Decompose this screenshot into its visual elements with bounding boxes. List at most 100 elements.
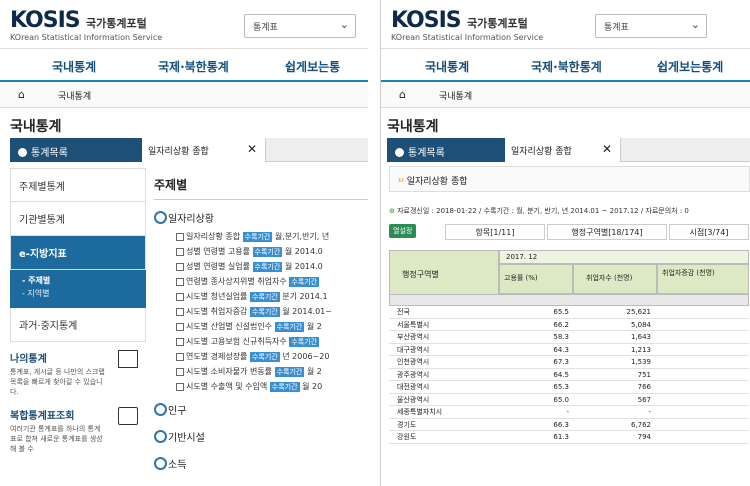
submenu-topic[interactable]: - 주제별 <box>22 274 134 287</box>
header-employment-rate[interactable]: 고용률 (%) <box>499 264 573 294</box>
chevron-down-icon: ⌄ <box>690 18 700 31</box>
sidebar-item-topic[interactable]: 주제별통계 <box>10 168 146 202</box>
tab-stat-list[interactable]: 통계목록 <box>10 138 142 162</box>
item-period: 분기 2014.1 <box>279 292 328 301</box>
sidebar-item-local[interactable]: e-지방지표 <box>10 236 146 270</box>
filter-region[interactable]: 행정구역별[18/174] <box>547 224 667 240</box>
sort-row[interactable] <box>389 294 749 306</box>
item-period: 월 2 <box>304 367 322 376</box>
table-panel: ¹⁾ 일자리상황 종합 ⊙ 자료갱신일 : 2018-01-22 / 수록기간 … <box>389 166 750 444</box>
tab-bar: 통계목록 일자리상황 종합 ✕ <box>10 138 368 162</box>
nav-easy[interactable]: 쉽게보는통계 <box>657 58 723 75</box>
header: KOSIS 국가통계포털 KOrean Statistical Informat… <box>381 0 750 48</box>
jobs-list-item[interactable]: 시도별 고용보험 신규취득자수 수록기간 <box>154 334 368 349</box>
close-icon[interactable]: ✕ <box>602 142 612 156</box>
tab-stat-list[interactable]: 통계목록 <box>387 138 505 162</box>
column-setting-button[interactable]: 열설정 <box>389 224 417 238</box>
row-value: 766 <box>637 383 651 391</box>
main-nav: 국내통계 국제·북한통계 쉽게보는통 <box>0 48 368 82</box>
category-infra[interactable]: 기반시설 <box>154 429 368 444</box>
table-row: 경기도 66.3 6,762 <box>389 419 749 431</box>
list-icon <box>118 350 138 368</box>
table-row: 인천광역시 67.3 1,539 <box>389 356 749 369</box>
header-employed[interactable]: 취업자수 (천명) <box>573 264 657 294</box>
compound-query-box[interactable]: 복합통계표조회 여러기관 통계표를 하나의 통계표로 합쳐 새로운 통계표를 생… <box>10 407 146 454</box>
breadcrumb: ⌂ 국내통계 <box>0 82 368 108</box>
header-region-label: 행정구역별 <box>402 270 439 279</box>
row-value: 6,762 <box>630 420 651 429</box>
nav-domestic[interactable]: 국내통계 <box>425 58 469 75</box>
row-value: 1,643 <box>630 333 651 341</box>
sidebar: 주제별통계 기관별통계 e-지방지표 - 주제별 - 지역별 과거·중지통계 나… <box>10 168 146 454</box>
nav-international[interactable]: 국제·북한통계 <box>531 58 602 75</box>
table-row: 서울특별시 66.2 5,084 <box>389 319 749 331</box>
table-row: 세종특별자치시 - - <box>389 406 749 419</box>
home-icon[interactable]: ⌂ <box>18 88 25 101</box>
tab-job-summary[interactable]: 일자리상황 종합 ✕ <box>505 138 621 162</box>
period-tag: 수록기간 <box>274 367 305 377</box>
row-region: 울산광역시 <box>397 395 430 404</box>
jobs-list-item[interactable]: 성별 연령별 실업률 수록기간 월 2014.0 <box>154 259 368 274</box>
search-type-select[interactable]: 통계표 ⌄ <box>595 14 707 38</box>
jobs-list-item[interactable]: 시도별 취업자증감 수록기간 월 2014.01~ <box>154 304 368 319</box>
submenu-region[interactable]: - 지역별 <box>22 287 134 300</box>
category-population[interactable]: 인구 <box>154 402 368 417</box>
jobs-list-item[interactable]: 연도별 경제성장률 수록기간 년 2006~20 <box>154 349 368 364</box>
header-change[interactable]: 취업자증감 (천명) <box>657 264 749 294</box>
category-income[interactable]: 소득 <box>154 456 368 471</box>
row-region: 부산광역시 <box>397 333 430 341</box>
col-label: 취업자수 (천명) <box>586 274 633 282</box>
row-value: 1,539 <box>630 358 651 366</box>
item-label: 시도별 고용보험 신규취득자수 <box>186 337 290 346</box>
compound-desc: 여러기관 통계표를 하나의 통계표로 합쳐 새로운 통계표를 생성해 볼 수 <box>10 425 103 453</box>
item-label: 시도별 수출액 및 수입액 <box>186 382 270 391</box>
nav-easy[interactable]: 쉽게보는통 <box>285 58 340 75</box>
sidebar-submenu: - 주제별 - 지역별 <box>10 270 146 308</box>
breadcrumb-item[interactable]: 국내통계 <box>439 89 472 102</box>
jobs-list-item[interactable]: 일자리상황 종합 수록기간 월,분기,반기, 년 <box>154 229 368 244</box>
row-value: 65.5 <box>553 308 569 316</box>
search-type-select[interactable]: 통계표 ⌄ <box>244 14 356 38</box>
row-region: 서울특별시 <box>397 320 430 329</box>
jobs-list-item[interactable]: 시도별 청년실업률 수록기간 분기 2014.1 <box>154 289 368 304</box>
control-bar: 열설정 항목[1/11] 행정구역별[18/174] 시점[3/74] <box>389 224 750 242</box>
close-icon[interactable]: ✕ <box>247 142 257 156</box>
category-jobs[interactable]: 일자리상황 <box>154 210 368 225</box>
jobs-list-item[interactable]: 시도별 소비자물가 변동률 수록기간 월 2 <box>154 364 368 379</box>
row-region: 인천광역시 <box>397 358 430 366</box>
info-line: ⊙ 자료갱신일 : 2018-01-22 / 수록기간 : 월, 분기, 반기,… <box>389 206 750 216</box>
kosis-logo[interactable]: KOSIS <box>391 8 462 33</box>
my-stats-desc: 통계표, 게시글 등 나만의 스크랩 목록을 빠르게 찾아갈 수 있습니다. <box>10 368 105 396</box>
home-icon[interactable]: ⌂ <box>399 88 406 101</box>
item-label: 연령별 종사상지위별 취업자수 <box>186 277 290 286</box>
nav-domestic[interactable]: 국내통계 <box>52 58 96 75</box>
period-tag: 수록기간 <box>269 382 300 392</box>
row-region: 세종특별자치시 <box>397 408 443 416</box>
logo-en-text: KOrean Statistical Information Service <box>10 33 163 42</box>
nav-international[interactable]: 국제·북한통계 <box>158 58 229 75</box>
jobs-list-item[interactable]: 연령별 종사상지위별 취업자수 수록기간 <box>154 274 368 289</box>
table-row: 광주광역시 64.5 751 <box>389 369 749 381</box>
row-region: 광주광역시 <box>397 370 430 379</box>
item-label: 시도별 취업자증감 <box>186 307 250 316</box>
kosis-logo[interactable]: KOSIS <box>10 8 81 33</box>
row-region: 경기도 <box>397 420 417 429</box>
topic-tree: 주제별 일자리상황 일자리상황 종합 수록기간 월,분기,반기, 년 성별 연령별… <box>154 170 368 471</box>
filter-items[interactable]: 항목[1/11] <box>445 224 545 240</box>
jobs-list-item[interactable]: 시도별 수출액 및 수입액 수록기간 월 20 <box>154 379 368 394</box>
jobs-list-item[interactable]: 시도별 산업별 신설법인수 수록기간 월 2 <box>154 319 368 334</box>
list-icon <box>395 148 404 157</box>
my-stats-box[interactable]: 나의통계 통계표, 게시글 등 나만의 스크랩 목록을 빠르게 찾아갈 수 있습… <box>10 350 146 397</box>
row-value: 66.2 <box>553 320 569 329</box>
tab-job-summary[interactable]: 일자리상황 종합 ✕ <box>142 138 266 162</box>
tab-label: 일자리상황 종합 <box>511 147 572 157</box>
item-label: 성별 연령별 실업률 <box>186 262 253 271</box>
item-label: 시도별 산업별 신설법인수 <box>186 322 275 331</box>
sidebar-item-agency[interactable]: 기관별통계 <box>10 202 146 236</box>
breadcrumb-item[interactable]: 국내통계 <box>58 89 91 102</box>
table-row: 대전광역시 65.3 766 <box>389 381 749 394</box>
jobs-list-item[interactable]: 성별 연령별 고용률 수록기간 월 2014.0 <box>154 244 368 259</box>
filter-period[interactable]: 시점[3/74] <box>669 224 749 240</box>
sidebar-item-past[interactable]: 과거·중지통계 <box>10 308 146 342</box>
period-tag: 수록기간 <box>249 352 280 362</box>
